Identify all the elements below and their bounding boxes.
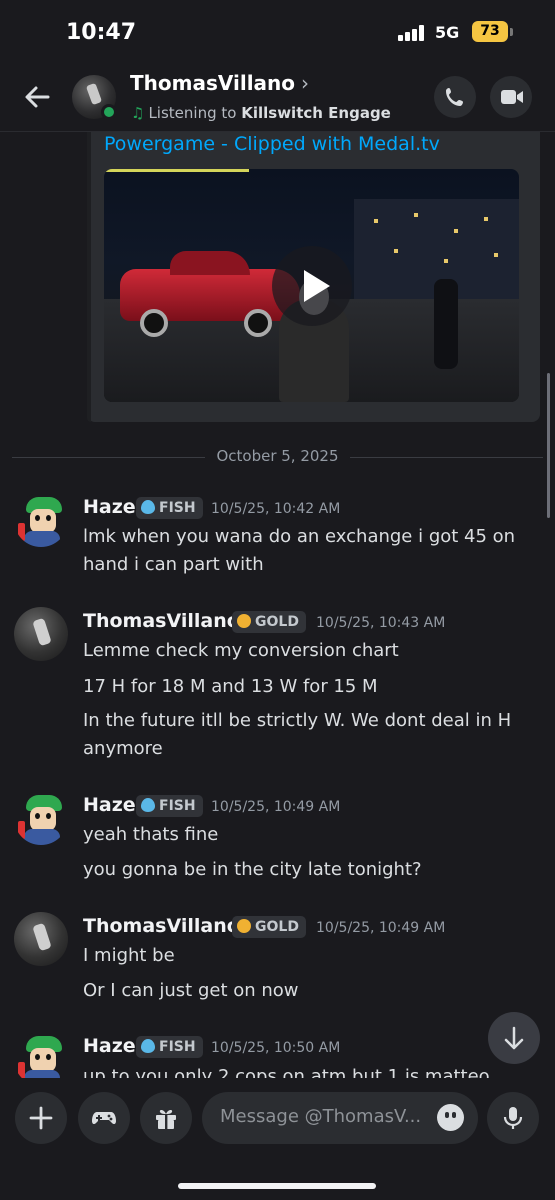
car-wheel	[244, 309, 272, 337]
message-timestamp: 10/5/25, 10:43 AM	[316, 615, 446, 631]
embed-accent-bar	[87, 132, 91, 422]
video-progress-bar	[104, 169, 249, 172]
message-text: Lemme check my conversion chart	[83, 640, 399, 661]
video-call-button[interactable]	[490, 76, 532, 118]
date-divider: October 5, 2025	[205, 447, 350, 465]
gift-icon	[156, 1109, 176, 1129]
message-text: Or I can just get on now	[83, 980, 299, 1001]
message-text: lmk when you wana do an exchange i got 4…	[83, 526, 516, 547]
gold-icon	[237, 614, 251, 628]
message-timestamp: 10/5/25, 10:49 AM	[316, 920, 446, 936]
message-author[interactable]: Haze	[83, 1035, 136, 1057]
plus-icon	[29, 1106, 53, 1130]
dm-header: ThomasVillano › ♫ Listening to Killswitch …	[0, 64, 555, 132]
status-time: 10:47	[66, 20, 137, 45]
message-author[interactable]: Haze	[83, 496, 136, 518]
status-bar: 10:47 5G 73	[0, 0, 555, 64]
embed-title-link[interactable]: Powergame - Clipped with Medal.tv	[104, 133, 440, 155]
play-icon[interactable]	[272, 246, 352, 326]
home-indicator	[178, 1183, 376, 1189]
message-author[interactable]: ThomasVillano	[83, 915, 240, 937]
gift-button[interactable]	[140, 1092, 192, 1144]
message-text: 17 H for 18 M and 13 W for 15 M	[83, 676, 378, 697]
message-author[interactable]: ThomasVillano	[83, 610, 240, 632]
scrollbar[interactable]	[547, 373, 550, 518]
clan-tag-badge[interactable]: GOLD	[232, 611, 306, 633]
chevron-right-icon: ›	[301, 71, 310, 95]
fish-icon	[141, 1039, 155, 1053]
back-arrow-icon[interactable]	[20, 80, 54, 114]
message-text: anymore	[83, 738, 163, 759]
battery-tip	[510, 28, 513, 36]
online-status-icon	[101, 104, 117, 120]
dm-username[interactable]: ThomasVillano ›	[130, 71, 309, 95]
call-button[interactable]	[434, 76, 476, 118]
video-thumbnail[interactable]	[104, 169, 519, 402]
microphone-icon	[503, 1107, 523, 1129]
message-text: I might be	[83, 945, 175, 966]
police-character	[434, 279, 458, 369]
fish-icon	[141, 798, 155, 812]
add-attachment-button[interactable]	[15, 1092, 67, 1144]
avatar[interactable]	[14, 493, 68, 547]
arrow-down-icon	[504, 1026, 524, 1050]
message-text: hand i can part with	[83, 554, 264, 575]
clan-tag-badge[interactable]: FISH	[136, 1036, 203, 1058]
gamepad-icon	[92, 1112, 116, 1125]
battery-icon: 73	[472, 21, 508, 42]
message-group: Haze FISH 10/5/25, 10:50 AM up to you on…	[0, 1032, 555, 1078]
gold-icon	[237, 919, 251, 933]
avatar[interactable]	[14, 791, 68, 845]
message-timestamp: 10/5/25, 10:42 AM	[211, 501, 341, 517]
network-label: 5G	[435, 23, 460, 42]
avatar[interactable]	[14, 1032, 68, 1078]
avatar[interactable]	[14, 912, 68, 966]
message-input-placeholder: Message @ThomasV...	[220, 1106, 422, 1127]
call-icon	[446, 88, 463, 106]
car-wheel	[140, 309, 168, 337]
message-timestamp: 10/5/25, 10:50 AM	[211, 1040, 341, 1056]
message-text: In the future itll be strictly W. We don…	[83, 710, 512, 731]
voice-message-button[interactable]	[487, 1092, 539, 1144]
jump-to-bottom-button[interactable]	[488, 1012, 540, 1064]
signal-icon	[398, 25, 428, 41]
activity-status: ♫ Listening to Killswitch Engage	[131, 104, 391, 122]
message-text: up to you only 2 cops on atm but 1 is ma…	[83, 1066, 490, 1078]
avatar[interactable]	[14, 607, 68, 661]
clan-tag-badge[interactable]: FISH	[136, 795, 203, 817]
video-icon	[501, 90, 523, 104]
clan-tag-badge[interactable]: GOLD	[232, 916, 306, 938]
clan-tag-badge[interactable]: FISH	[136, 497, 203, 519]
emoji-icon[interactable]	[437, 1104, 464, 1131]
message-text: you gonna be in the city late tonight?	[83, 859, 422, 880]
message-text: yeah thats fine	[83, 824, 219, 845]
music-note-icon: ♫	[131, 104, 145, 122]
activities-button[interactable]	[78, 1092, 130, 1144]
message-author[interactable]: Haze	[83, 794, 136, 816]
message-timestamp: 10/5/25, 10:49 AM	[211, 799, 341, 815]
fish-icon	[141, 500, 155, 514]
